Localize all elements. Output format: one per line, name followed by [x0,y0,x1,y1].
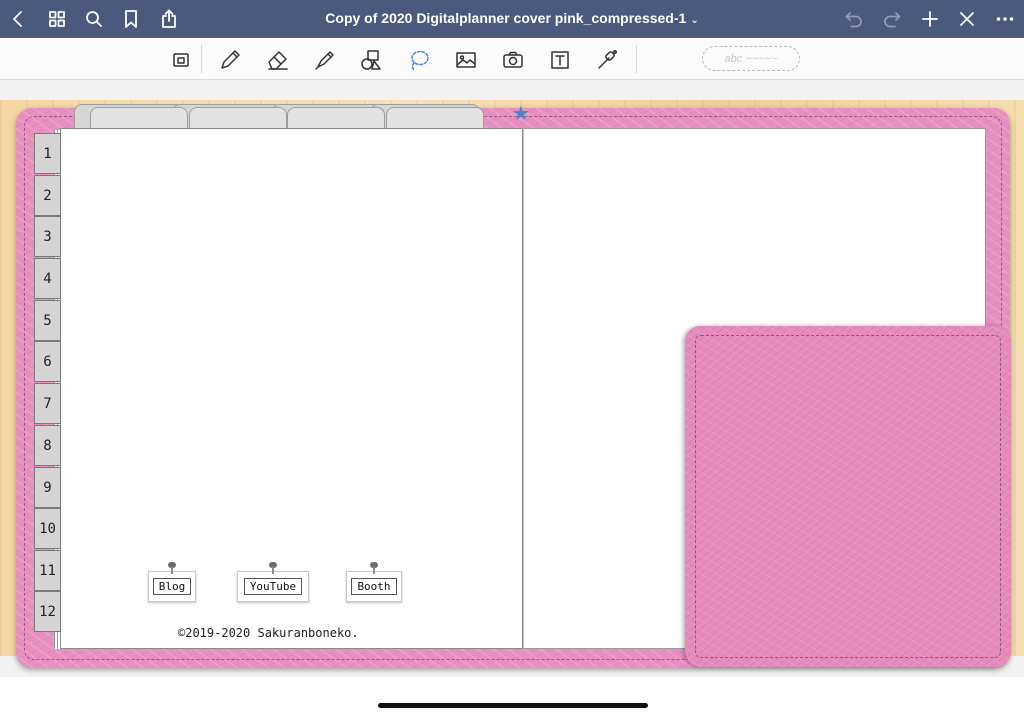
lasso-icon[interactable] [406,47,432,73]
camera-icon[interactable] [500,47,526,73]
highlighter-icon[interactable] [312,47,338,73]
toolbar-divider [636,45,637,73]
image-icon[interactable] [453,47,479,73]
tool-bar: abc ~~~~~ [0,38,1024,80]
month-tab-1[interactable]: 1 [34,133,61,174]
home-indicator[interactable] [378,703,648,708]
pushpin-icon [269,562,277,574]
chevron-down-icon: ⌄ [690,15,699,26]
month-tab-5[interactable]: 5 [34,300,61,341]
toolbar-divider [201,45,202,73]
booth-link-button[interactable]: Booth [346,562,402,602]
more-icon[interactable] [993,7,1017,31]
text-recognition-field[interactable]: abc ~~~~~ [702,46,800,71]
add-page-icon[interactable] [918,7,942,31]
top-navigation-bar: Copy of 2020 Digitalplanner cover pink_c… [0,0,1024,38]
document-title-text: Copy of 2020 Digitalplanner cover pink_c… [325,10,687,26]
text-icon[interactable] [547,47,573,73]
month-tab-6[interactable]: 6 [34,341,61,382]
month-tab-11[interactable]: 11 [34,550,61,591]
month-tab-2[interactable]: 2 [34,175,61,216]
back-icon[interactable] [6,7,30,31]
cover-pocket [685,326,1011,667]
zoom-window-icon[interactable] [168,47,194,73]
month-tab-3[interactable]: 3 [34,216,61,257]
month-tab-12[interactable]: 12 [34,591,61,632]
document-title[interactable]: Copy of 2020 Digitalplanner cover pink_c… [300,10,724,26]
month-tab-7[interactable]: 7 [34,383,61,424]
copyright-text: ©2019-2020 Sakuranboneko. [178,626,359,640]
month-tab-10[interactable]: 10 [34,508,61,549]
star-icon: ★ [512,103,530,125]
month-tab-9[interactable]: 9 [34,467,61,508]
month-tab-4[interactable]: 4 [34,258,61,299]
bookmark-icon[interactable] [119,7,143,31]
laser-pointer-icon[interactable] [594,47,620,73]
blog-link-button[interactable]: Blog [148,562,196,602]
month-tab-8[interactable]: 8 [34,425,61,466]
blog-link-label: Blog [152,578,192,595]
pocket-stitching [695,335,1001,658]
booth-link-label: Booth [351,578,397,595]
search-icon[interactable] [82,7,106,31]
redo-icon[interactable] [880,7,904,31]
close-icon[interactable] [955,7,979,31]
shapes-icon[interactable] [358,47,384,73]
eraser-icon[interactable] [265,47,291,73]
pen-icon[interactable] [217,47,243,73]
undo-icon[interactable] [842,7,866,31]
document-canvas[interactable]: 1 2 3 4 5 6 7 8 9 10 11 12 Blog YouTube … [0,80,1024,677]
youtube-link-label: YouTube [243,578,303,595]
pushpin-icon [370,562,378,574]
share-icon[interactable] [157,7,181,31]
thumbnails-icon[interactable] [45,7,69,31]
youtube-link-button[interactable]: YouTube [237,562,309,602]
pushpin-icon [168,562,176,574]
